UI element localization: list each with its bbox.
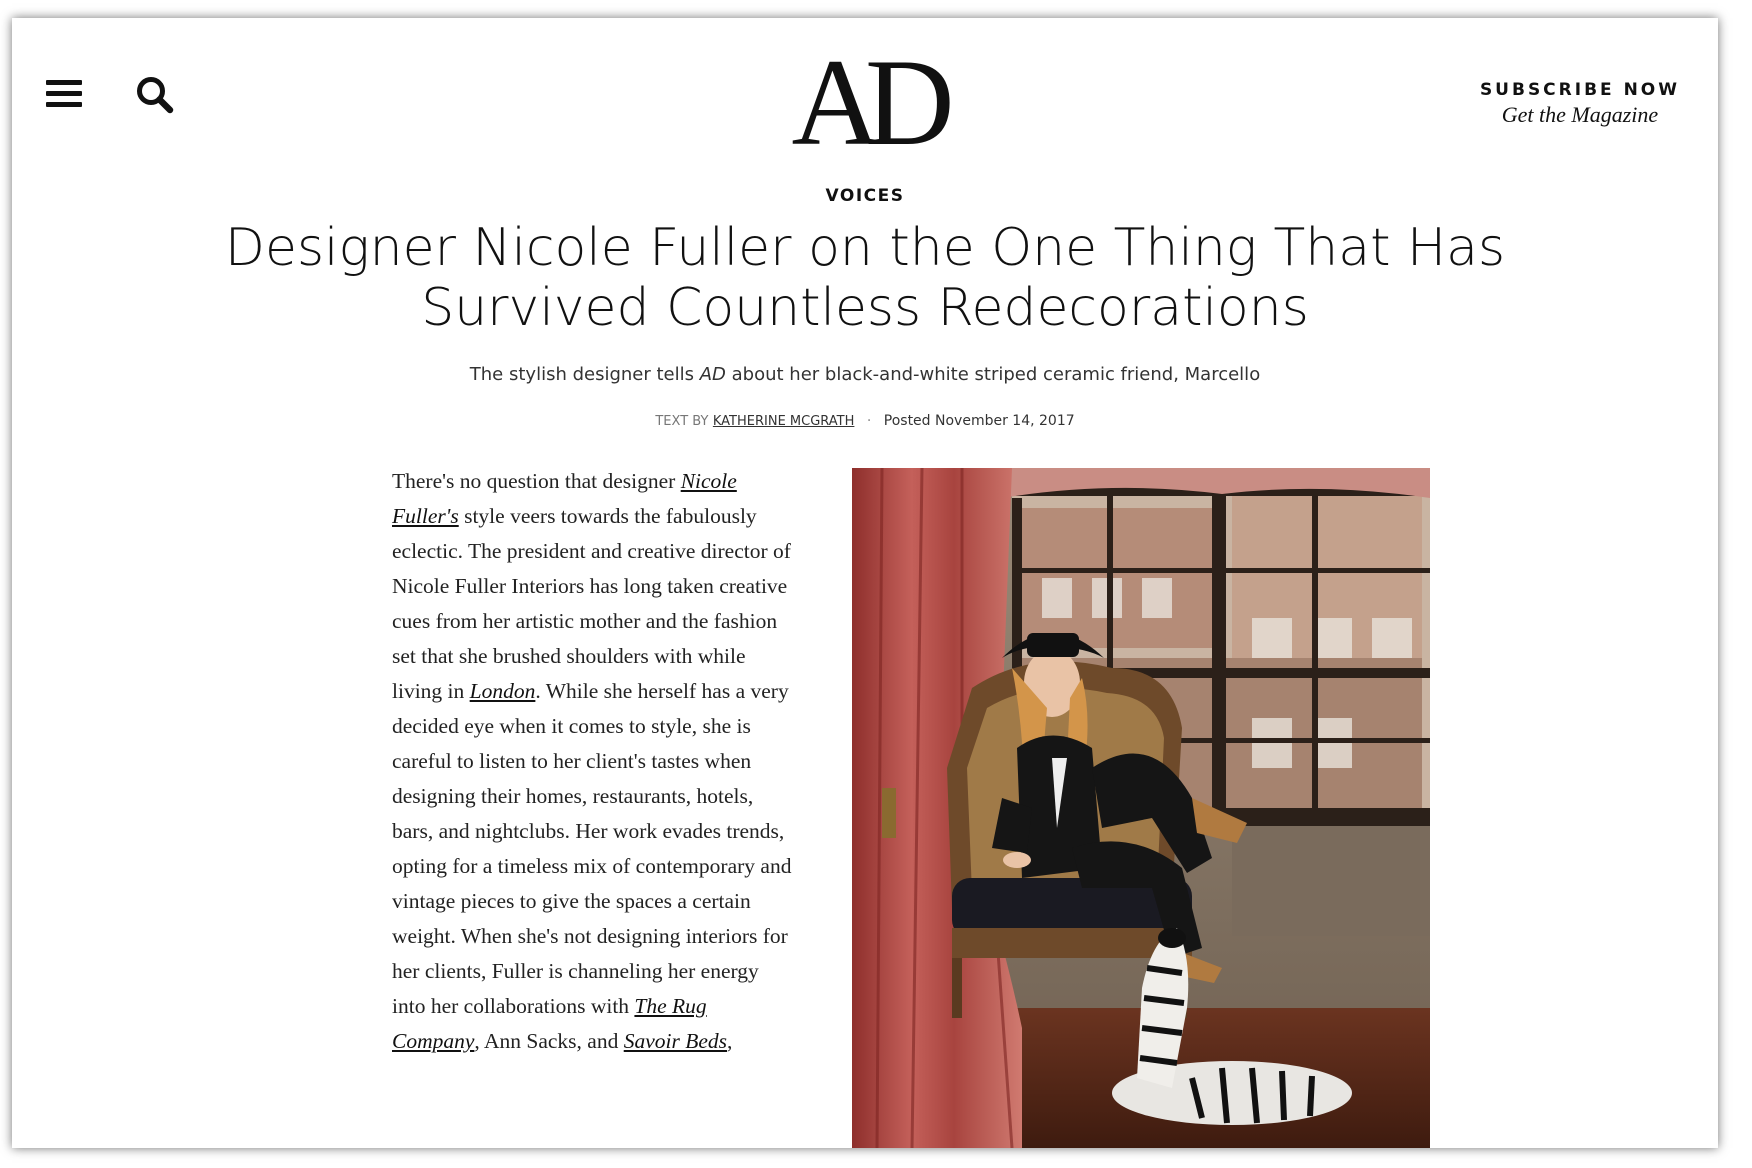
get-magazine-label[interactable]: Get the Magazine <box>1480 102 1680 128</box>
byline-label: TEXT BY <box>655 414 709 429</box>
london-link[interactable]: London <box>470 679 536 703</box>
dek-text-before: The stylish designer tells <box>469 364 700 385</box>
body-text-4: , Ann Sacks, and <box>474 1029 624 1053</box>
body-text-5: , <box>727 1029 733 1053</box>
savoir-beds-link[interactable]: Savoir Beds <box>624 1029 727 1053</box>
byline: TEXT BY KATHERINE MCGRATH · Posted Novem… <box>12 413 1718 429</box>
body-text-3: . While she herself has a very decided e… <box>392 679 792 1018</box>
article-photo <box>852 467 1430 1148</box>
site-logo[interactable]: AD <box>12 38 1718 168</box>
subscribe-now-label[interactable]: SUBSCRIBE NOW <box>1480 80 1680 100</box>
dek-text-after: about her black-and-white striped cerami… <box>725 364 1261 385</box>
dek-emphasis: AD <box>699 364 726 385</box>
section-rubric[interactable]: VOICES <box>12 186 1718 206</box>
article-body: There's no question that designer Nicole… <box>392 464 792 1059</box>
body-text-2: style veers towards the fabulously eclec… <box>392 504 791 703</box>
article-headline: Designer Nicole Fuller on the One Thing … <box>224 218 1506 338</box>
posted-date: Posted November 14, 2017 <box>883 413 1075 429</box>
subscribe-link[interactable]: SUBSCRIBE NOW Get the Magazine <box>1480 80 1680 128</box>
page-frame: AD SUBSCRIBE NOW Get the Magazine VOICES… <box>12 18 1718 1148</box>
body-text-1: There's no question that designer <box>392 469 681 493</box>
author-link[interactable]: KATHERINE MCGRATH <box>713 414 855 429</box>
byline-separator: · <box>866 413 872 429</box>
article-dek: The stylish designer tells AD about her … <box>12 364 1718 385</box>
